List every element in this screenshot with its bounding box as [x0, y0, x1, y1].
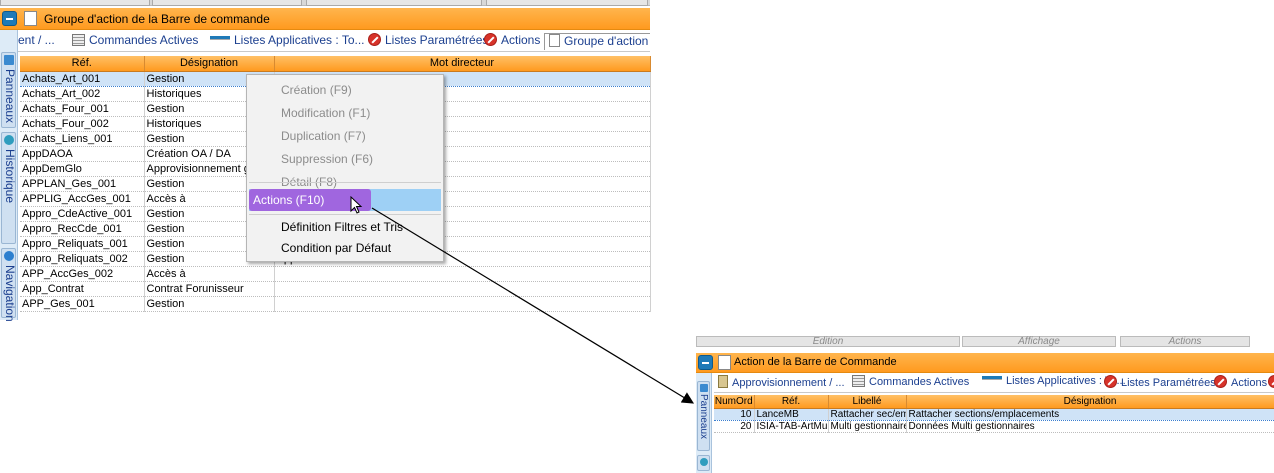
table-cell: ISIA-TAB-ArtMulSit [754, 420, 829, 433]
grid-icon [852, 375, 865, 387]
tab-actions[interactable]: Actions [1214, 375, 1267, 392]
window-title: Action de la Barre de Commande [734, 356, 897, 368]
ribbon-section-affichage: Affichage [962, 336, 1116, 347]
sidebar-tab-historique[interactable] [697, 455, 710, 471]
action-table: NumOrd Réf. Libellé Désignation 10 LanceM… [714, 395, 1274, 433]
table-row[interactable]: 20ISIA-TAB-ArtMulSitMulti gestionnairesD… [714, 420, 1274, 433]
table-header-row: NumOrd Réf. Libellé Désignation [714, 395, 1274, 409]
panels-icon [700, 384, 708, 392]
tab-approvisionnement[interactable]: Approvisionnement / ... [718, 375, 845, 392]
tab-label: Actions [1231, 377, 1268, 389]
tab-listes-parametrees[interactable]: Listes Paramétrées [1104, 375, 1216, 392]
window-titlebar: Action de la Barre de Commande [696, 353, 1274, 373]
ribbon-section-actions: Actions [1120, 336, 1250, 347]
tab-label: Commandes Actives [869, 376, 970, 388]
red-action-icon [1104, 375, 1117, 388]
ribbon-section-edition: Edition [696, 336, 960, 347]
table-cell: Rattacher sec/emp [828, 407, 907, 421]
action-bar-window: Edition Affichage Actions Action de la B… [696, 336, 1274, 473]
red-action-icon [1214, 375, 1227, 388]
history-icon [700, 458, 708, 466]
sidebar-tab-panneaux[interactable]: Panneaux [697, 381, 710, 451]
clipboard-icon [718, 375, 728, 388]
bar-icon [982, 376, 1002, 380]
column-header-libelle[interactable]: Libellé [828, 395, 907, 409]
tab-label: Approvisionnement / ... [732, 377, 845, 389]
red-action-icon [1268, 375, 1274, 388]
table-cell: 20 [714, 420, 755, 433]
collapse-icon[interactable] [698, 355, 713, 370]
tab-overflow[interactable] [1268, 375, 1274, 392]
left-sidebar: Panneaux [696, 373, 712, 473]
table-cell: Multi gestionnaires [828, 420, 907, 433]
table-cell: Rattacher sections/emplacements [906, 407, 1274, 421]
document-icon [718, 355, 731, 370]
tab-commandes-actives[interactable]: Commandes Actives [852, 375, 969, 392]
column-header-designation[interactable]: Désignation [906, 395, 1274, 409]
table-cell: 10 [714, 407, 755, 421]
table-cell: LanceMB [754, 407, 829, 421]
document-tabs: Approvisionnement / ... Commandes Active… [714, 373, 1274, 393]
sidebar-tab-label: Panneaux [698, 394, 709, 440]
column-header-numord[interactable]: NumOrd [714, 395, 755, 409]
column-header-ref[interactable]: Réf. [754, 395, 829, 409]
table-row[interactable]: 10LanceMBRattacher sec/empRattacher sect… [714, 407, 1274, 421]
tab-label: Listes Paramétrées [1121, 377, 1216, 389]
table-cell: Données Multi gestionnaires [906, 420, 1274, 433]
